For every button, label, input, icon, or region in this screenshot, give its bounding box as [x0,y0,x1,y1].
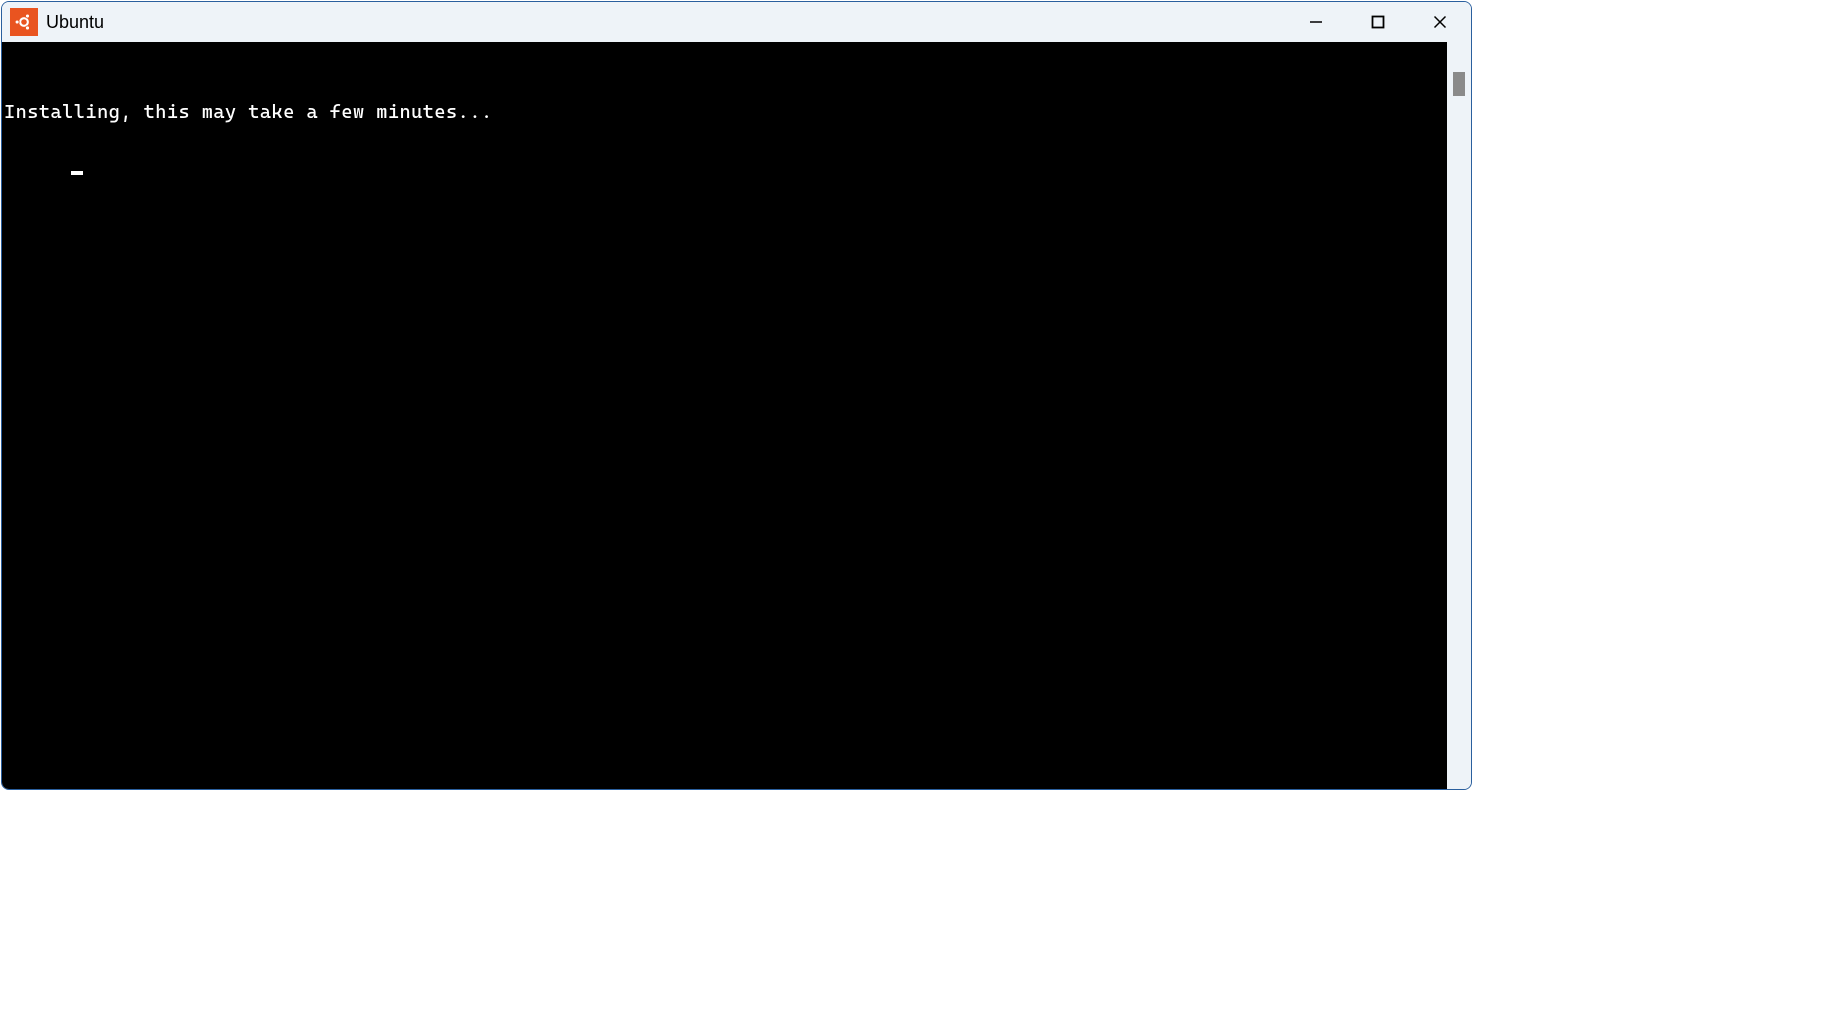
titlebar[interactable]: Ubuntu [2,2,1471,42]
minimize-icon [1308,14,1324,30]
scrollbar-thumb[interactable] [1453,72,1465,96]
close-button[interactable] [1409,2,1471,42]
terminal-cursor [71,171,83,175]
titlebar-left: Ubuntu [10,8,104,36]
maximize-button[interactable] [1347,2,1409,42]
minimize-button[interactable] [1285,2,1347,42]
close-icon [1432,14,1448,30]
scrollbar-track[interactable] [1447,42,1471,789]
terminal-output-line: Installing, this may take a few minutes.… [4,99,1445,126]
maximize-icon [1370,14,1386,30]
window-controls [1285,2,1471,42]
application-window: Ubuntu Installing, this m [1,1,1472,790]
terminal-container: Installing, this may take a few minutes.… [2,42,1471,789]
terminal[interactable]: Installing, this may take a few minutes.… [2,42,1447,789]
ubuntu-icon [10,8,38,36]
window-title: Ubuntu [46,12,104,33]
